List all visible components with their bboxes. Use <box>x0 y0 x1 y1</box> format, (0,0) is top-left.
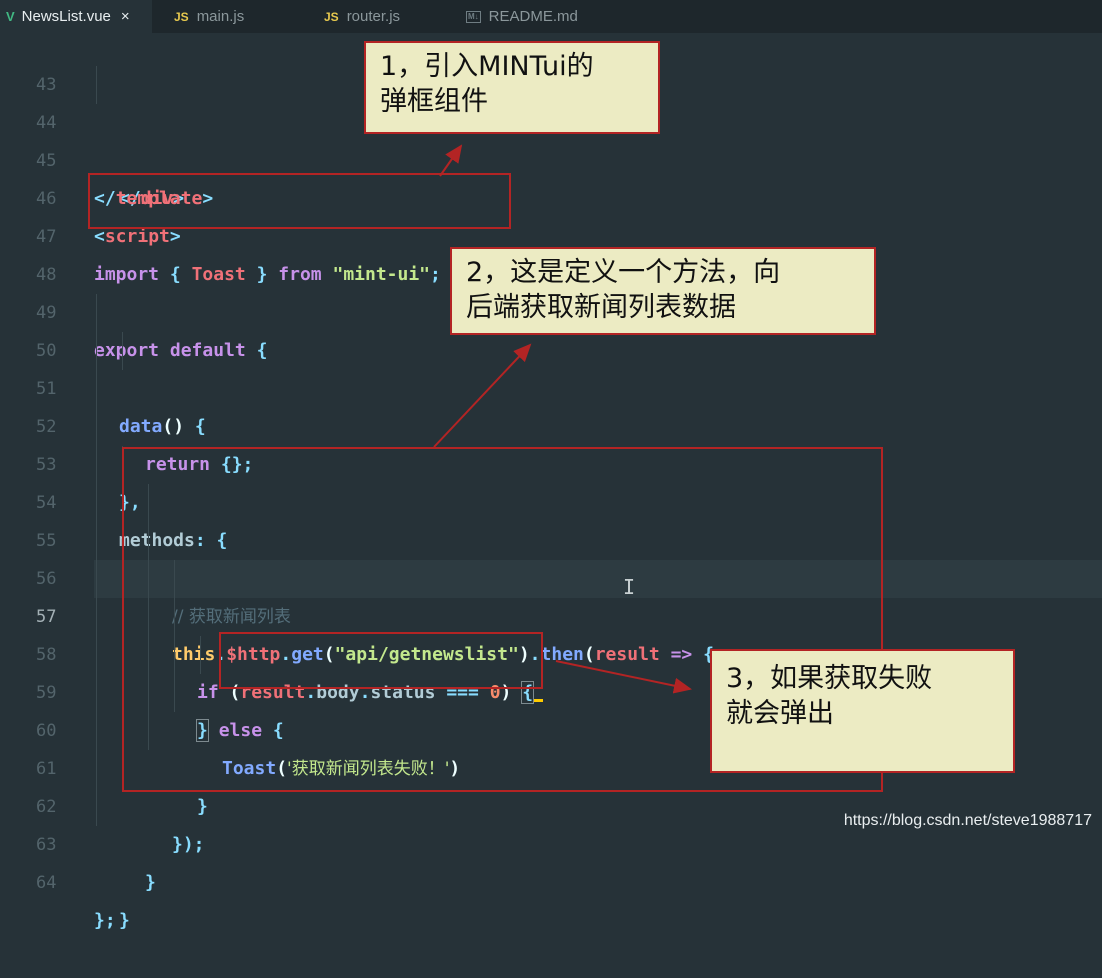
js-file-icon: JS <box>174 9 189 24</box>
highlight-toast-box <box>219 632 543 689</box>
annotation-note-3: 3，如果获取失败 就会弹出 <box>710 649 1015 773</box>
tab-label: NewsList.vue <box>21 8 111 25</box>
vue-file-icon: V <box>6 9 15 24</box>
markdown-file-icon: M↓ <box>466 10 481 23</box>
code-line: 52 }, <box>0 370 1102 513</box>
close-icon[interactable]: × <box>121 8 130 25</box>
tab-label: README.md <box>488 8 578 25</box>
js-file-icon: JS <box>324 9 339 24</box>
note-line: 弹框组件 <box>380 86 488 117</box>
line-number: 64 <box>36 873 57 893</box>
code-line: 64 }; <box>0 826 1102 931</box>
highlight-import-box <box>88 173 511 229</box>
tab-label: main.js <box>196 8 245 25</box>
annotation-note-2: 2，这是定义一个方法，向 后端获取新闻列表数据 <box>450 247 876 335</box>
note-line: 就会弹出 <box>726 698 834 729</box>
tab-label: router.js <box>346 8 401 25</box>
note-line: 1，引入MINTui的 <box>380 51 594 82</box>
code-line: 51 return {}; <box>0 332 1102 475</box>
code-line: 53 methods: { <box>0 408 1102 551</box>
note-line: 3，如果获取失败 <box>726 663 933 694</box>
token: }; <box>94 910 116 931</box>
watermark: https://blog.csdn.net/steve1988717 <box>843 812 1092 829</box>
note-line: 后端获取新闻列表数据 <box>466 292 736 323</box>
token: } <box>145 872 156 893</box>
note-line: 2，这是定义一个方法，向 <box>466 257 781 288</box>
token: } <box>119 910 130 931</box>
annotation-note-1: 1，引入MINTui的 弹框组件 <box>364 41 660 134</box>
